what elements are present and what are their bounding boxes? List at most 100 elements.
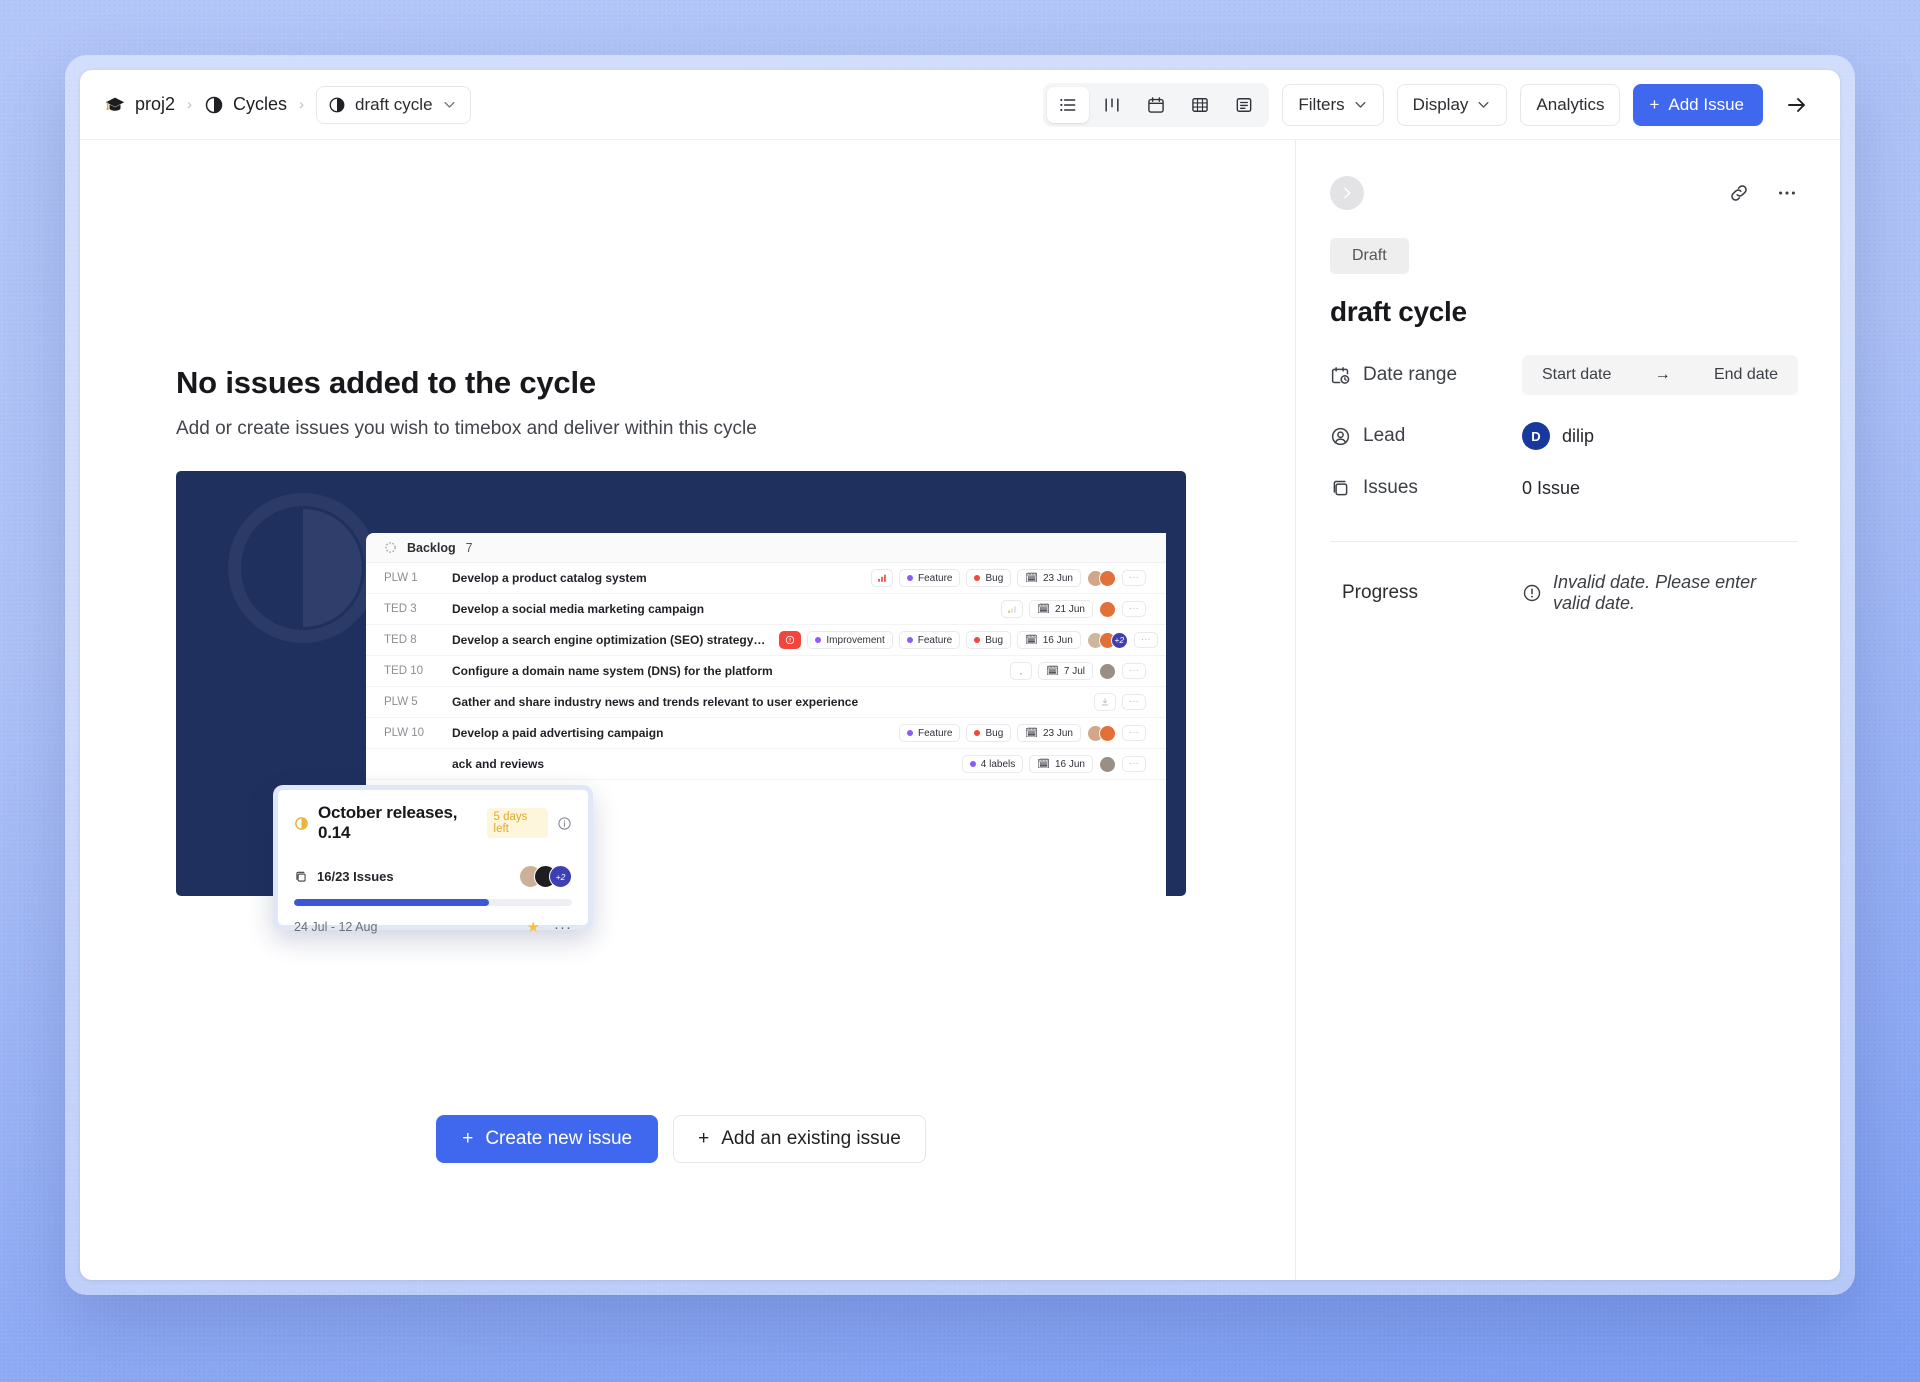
chevron-down-icon — [442, 97, 457, 112]
breadcrumb: proj2 › Cycles › draft cycle — [104, 85, 471, 124]
label-chip: Bug — [966, 724, 1012, 742]
row-menu-icon: ··· — [1122, 725, 1146, 741]
graduation-cap-icon — [104, 94, 126, 116]
avatar-group — [1099, 755, 1116, 773]
view-button-spreadsheet[interactable] — [1179, 87, 1221, 123]
date-range-label: Date range — [1363, 364, 1458, 385]
lead-name: dilip — [1562, 425, 1595, 446]
label-chip: Bug — [966, 631, 1012, 649]
range-arrow-icon: → — [1654, 366, 1671, 383]
avatar-group: +2 — [1086, 631, 1128, 649]
cycle-preview-card: October releases, 0.14 5 days left 16/23… — [273, 785, 593, 936]
end-date-input[interactable]: End date — [1714, 366, 1778, 384]
calendar-icon: 🗓 — [1025, 634, 1038, 646]
view-button-board[interactable] — [1091, 87, 1133, 123]
main-content: No issues added to the cycle Add or crea… — [80, 140, 1295, 1280]
filters-label: Filters — [1298, 94, 1345, 114]
expand-arrow-icon[interactable] — [1780, 88, 1814, 122]
user-circle-icon — [1330, 426, 1351, 447]
breadcrumb-cycles[interactable]: Cycles — [204, 94, 287, 115]
issues-label-wrap: Issues — [1330, 477, 1522, 499]
add-issue-label: Add Issue — [1668, 94, 1744, 114]
empty-state-title: No issues added to the cycle — [176, 365, 596, 400]
row-title: Develop a product catalog system — [452, 571, 647, 585]
breadcrumb-project[interactable]: proj2 — [104, 94, 175, 116]
create-new-issue-button[interactable]: + Create new issue — [436, 1115, 659, 1163]
calendar-icon: 🗓 — [1037, 758, 1050, 770]
issues-value: 0 Issue — [1522, 477, 1581, 498]
label-chip: Bug — [966, 569, 1012, 587]
property-lead: Lead D dilip — [1330, 422, 1798, 450]
cycle-half-circle-icon — [294, 816, 309, 831]
empty-state: No issues added to the cycle Add or crea… — [80, 140, 1295, 936]
priority-icon — [1010, 662, 1033, 680]
chevron-down-icon — [1353, 97, 1368, 112]
alert-circle-icon — [1522, 583, 1542, 603]
cycle-card-footer: 24 Jul - 12 Aug ★ ··· — [294, 918, 572, 937]
row-title: Develop a social media marketing campaig… — [452, 602, 705, 616]
cycle-card-days-left: 5 days left — [486, 808, 548, 838]
add-existing-issue-button[interactable]: + Add an existing issue — [673, 1115, 926, 1163]
table-row: PLW 5 Gather and share industry news and… — [366, 687, 1166, 718]
display-label: Display — [1412, 94, 1469, 114]
table-row: TED 8 Develop a search engine optimizati… — [366, 625, 1166, 656]
lead-value[interactable]: D dilip — [1522, 422, 1594, 450]
filters-button[interactable]: Filters — [1282, 83, 1384, 126]
display-button[interactable]: Display — [1396, 83, 1508, 126]
row-id: PLW 5 — [384, 696, 418, 708]
progress-section: Progress Invalid date. Please enter vali… — [1330, 572, 1798, 614]
row-id: TED 10 — [384, 665, 423, 677]
view-button-gantt[interactable] — [1223, 87, 1265, 123]
due-date-chip: 🗓 16 Jun — [1017, 631, 1081, 649]
date-range-field[interactable]: Start date → End date — [1522, 355, 1798, 395]
panel-actions — [1728, 182, 1798, 204]
cycle-half-circle-icon — [328, 96, 346, 114]
row-menu-icon: ··· — [1122, 756, 1146, 772]
issues-label: Issues — [1363, 477, 1418, 498]
calendar-icon: 🗓 — [1025, 727, 1038, 739]
cycle-card-dates: 24 Jul - 12 Aug — [294, 920, 378, 934]
row-menu-icon: ··· — [1133, 632, 1158, 648]
calendar-icon: 🗓 — [1046, 665, 1059, 677]
table-row: PLW 10 Develop a paid advertising campai… — [366, 718, 1166, 749]
breadcrumb-current-cycle-dropdown[interactable]: draft cycle — [316, 85, 471, 124]
row-menu-icon: ··· — [1122, 663, 1146, 679]
view-button-list[interactable] — [1047, 86, 1090, 123]
more-options-icon[interactable] — [1776, 182, 1798, 204]
row-id: TED 3 — [384, 603, 417, 615]
cycle-card-progress-bar — [294, 899, 572, 906]
table-row: TED 10 Configure a domain name system (D… — [366, 656, 1166, 687]
label-chip: Feature — [898, 631, 961, 649]
cycle-card-header: October releases, 0.14 5 days left — [294, 803, 572, 843]
row-tags: 🗓 7 Jul ··· — [1010, 662, 1146, 680]
copy-link-icon[interactable] — [1728, 182, 1750, 204]
start-date-input[interactable]: Start date — [1542, 366, 1611, 384]
info-icon — [557, 816, 572, 831]
chevron-down-icon — [1476, 97, 1491, 112]
view-button-calendar[interactable] — [1135, 87, 1177, 123]
cycle-watermark-icon — [228, 493, 378, 643]
favorite-star-icon[interactable]: ★ — [527, 918, 540, 936]
top-bar: proj2 › Cycles › draft cycle Filters Dis… — [80, 70, 1840, 140]
row-menu-icon: ··· — [1122, 601, 1146, 617]
collapse-panel-button[interactable] — [1330, 176, 1364, 210]
add-issue-button[interactable]: + Add Issue — [1633, 83, 1763, 126]
cycle-card-menu-icon[interactable]: ··· — [554, 919, 572, 936]
row-id: PLW 10 — [384, 727, 425, 739]
view-switcher — [1043, 82, 1270, 127]
add-existing-issue-label: Add an existing issue — [721, 1128, 901, 1149]
analytics-button[interactable]: Analytics — [1520, 83, 1621, 126]
breadcrumb-cycles-label: Cycles — [233, 94, 288, 114]
lead-label: Lead — [1363, 425, 1406, 446]
label-chip: Improvement — [807, 631, 893, 649]
app-window: proj2 › Cycles › draft cycle Filters Dis… — [80, 70, 1840, 1280]
label-chip: 4 labels — [961, 755, 1024, 773]
page-title: draft cycle — [1330, 296, 1467, 327]
layers-icon — [294, 870, 308, 884]
lead-label-wrap: Lead — [1330, 425, 1522, 447]
breadcrumb-project-label: proj2 — [135, 94, 176, 114]
group-label: Backlog — [407, 540, 456, 555]
group-status-icon — [384, 541, 397, 554]
row-tags: ··· — [1094, 693, 1146, 711]
label-chip: Feature — [899, 569, 961, 587]
